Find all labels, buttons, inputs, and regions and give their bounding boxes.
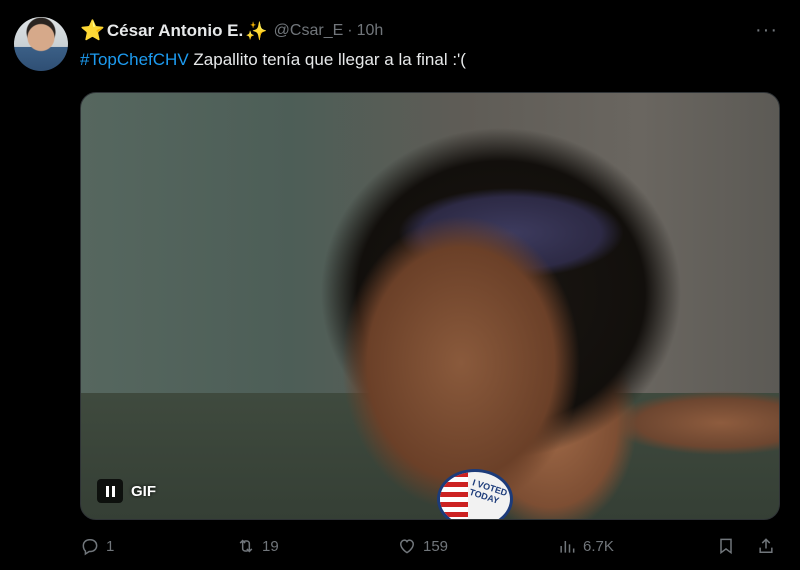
star-emoji: ⭐ [80,20,105,42]
gif-media[interactable]: I VOTED TODAY GIF [80,92,780,520]
author-name[interactable]: César Antonio E. [107,21,243,41]
gif-controls[interactable]: GIF [97,479,156,503]
reply-button[interactable]: 1 [80,536,114,556]
bookmark-icon [720,538,732,555]
tweet-timestamp[interactable]: 10h [357,22,384,40]
retweet-icon [239,539,253,553]
more-options-icon[interactable]: ··· [755,20,778,40]
heart-icon [399,539,415,554]
sparkles-emoji: ✨ [245,21,268,41]
share-icon [759,538,773,553]
views-chart-icon [560,541,575,553]
bookmark-button[interactable] [716,536,736,556]
hashtag-link[interactable]: #TopChefCHV [80,50,189,69]
retweet-button[interactable]: 19 [236,536,279,556]
gif-label: GIF [131,482,156,500]
like-button[interactable]: 159 [397,536,448,556]
tweet-body: Zapallito tenía que llegar a la final :'… [188,50,466,69]
tweet-text: #TopChefCHV Zapallito tenía que llegar a… [80,50,466,70]
retweet-count: 19 [262,537,279,555]
i-voted-sticker: I VOTED TODAY [437,469,513,519]
separator-dot: · [347,22,353,39]
reply-icon [82,539,98,556]
views-button[interactable]: 6.7K [557,536,614,556]
share-button[interactable] [756,536,776,556]
author-avatar[interactable] [14,17,68,71]
tweet-header: ⭐ César Antonio E. ✨ @Csar_E · 10h [80,19,383,43]
sticker-text: I VOTED TODAY [468,477,509,506]
pause-icon[interactable] [97,479,123,503]
author-handle[interactable]: @Csar_E [274,22,344,40]
flag-graphic [440,472,468,519]
reply-count: 1 [106,537,115,555]
views-count: 6.7K [583,537,614,555]
like-count: 159 [423,537,449,555]
tweet-actions: 1 19 159 6.7K [0,536,800,564]
